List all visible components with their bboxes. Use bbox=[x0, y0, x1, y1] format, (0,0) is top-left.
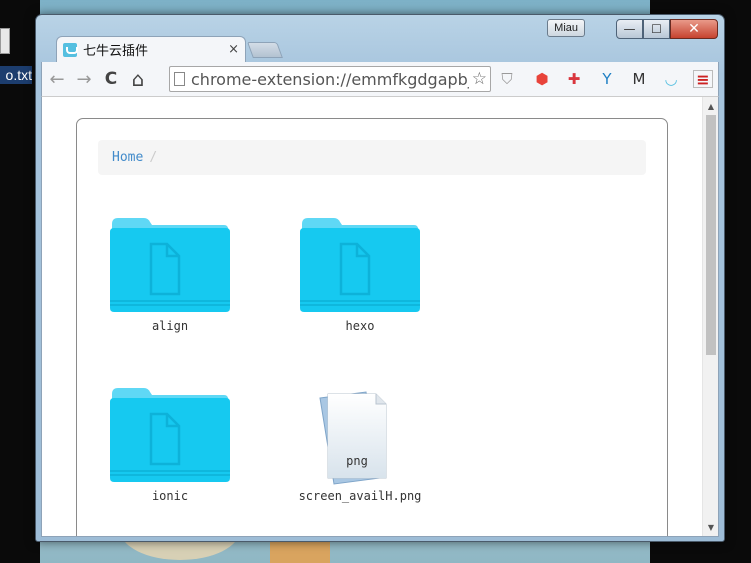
url-text: chrome-extension://emmfkgdgapbj bbox=[191, 69, 469, 89]
folder-item[interactable]: hexo bbox=[280, 216, 440, 356]
breadcrumb-separator: / bbox=[149, 150, 158, 165]
toolbar: ← → C ⌂ chrome-extension://emmfkgdgapbj … bbox=[41, 62, 719, 96]
item-name: align bbox=[151, 319, 189, 333]
red-hex-extension-icon[interactable]: ⬢ bbox=[532, 70, 552, 88]
y-extension-icon[interactable]: Y bbox=[597, 70, 617, 88]
forward-button[interactable]: → bbox=[72, 67, 96, 91]
browser-window: Miau — ☐ ✕ 七牛云插件 × ← → C ⌂ chrome-extens… bbox=[35, 14, 725, 542]
shield-extension-icon[interactable]: ⛉ bbox=[497, 70, 517, 88]
tab-active[interactable]: 七牛云插件 × bbox=[56, 36, 246, 62]
folder-icon bbox=[300, 216, 420, 312]
breadcrumb-home-link[interactable]: Home bbox=[112, 150, 143, 165]
red-cross-extension-icon[interactable]: ✚ bbox=[564, 70, 584, 88]
qiniu-extension-icon[interactable]: ◡ bbox=[661, 70, 681, 88]
item-name: ionic bbox=[151, 489, 189, 503]
home-button[interactable]: ⌂ bbox=[126, 67, 150, 91]
page-viewport: Home / align hexo ionic png screen_availH.pn… bbox=[41, 96, 719, 537]
item-name: screen_availH.png bbox=[298, 489, 422, 503]
item-name: hexo bbox=[345, 319, 375, 333]
scroll-up-icon[interactable]: ▲ bbox=[703, 99, 718, 113]
new-tab-button[interactable] bbox=[247, 42, 283, 58]
desktop-file-label: o.txt bbox=[0, 66, 32, 84]
scroll-down-icon[interactable]: ▼ bbox=[703, 520, 718, 534]
window-controls: — ☐ ✕ bbox=[616, 19, 718, 39]
scrollbar-thumb[interactable] bbox=[706, 115, 716, 355]
minimize-button[interactable]: — bbox=[616, 19, 643, 39]
folder-icon bbox=[110, 386, 230, 482]
reload-button[interactable]: C bbox=[99, 67, 123, 91]
tab-title: 七牛云插件 bbox=[83, 44, 149, 59]
address-bar[interactable]: chrome-extension://emmfkgdgapbj ☆ bbox=[169, 66, 491, 92]
text-file-icon bbox=[0, 28, 10, 54]
folder-icon bbox=[110, 216, 230, 312]
page-icon bbox=[174, 72, 185, 86]
maximize-button[interactable]: ☐ bbox=[643, 19, 670, 39]
menu-icon[interactable]: ≡ bbox=[693, 70, 713, 89]
folder-item[interactable]: align bbox=[90, 216, 250, 356]
back-button[interactable]: ← bbox=[45, 67, 69, 91]
m-extension-icon[interactable]: M bbox=[629, 70, 649, 88]
file-extension-label: png bbox=[346, 454, 368, 468]
close-window-button[interactable]: ✕ bbox=[670, 19, 718, 39]
maximize-icon: ☐ bbox=[651, 22, 662, 36]
profile-button[interactable]: Miau bbox=[547, 19, 585, 37]
file-item[interactable]: png screen_availH.png bbox=[280, 386, 440, 526]
file-browser-panel: Home / align hexo ionic png screen_availH.pn… bbox=[76, 118, 668, 536]
folder-item[interactable]: ionic bbox=[90, 386, 250, 526]
png-file-icon: png bbox=[306, 386, 410, 486]
desktop-file[interactable]: o.txt bbox=[0, 24, 36, 84]
close-icon: ✕ bbox=[688, 21, 700, 37]
qiniu-favicon-icon bbox=[63, 42, 78, 57]
breadcrumb: Home / bbox=[98, 140, 646, 175]
minimize-icon: — bbox=[623, 22, 636, 36]
bookmark-star-icon[interactable]: ☆ bbox=[469, 69, 490, 89]
tab-close-icon[interactable]: × bbox=[228, 42, 239, 57]
vertical-scrollbar[interactable]: ▲ ▼ bbox=[702, 97, 718, 536]
